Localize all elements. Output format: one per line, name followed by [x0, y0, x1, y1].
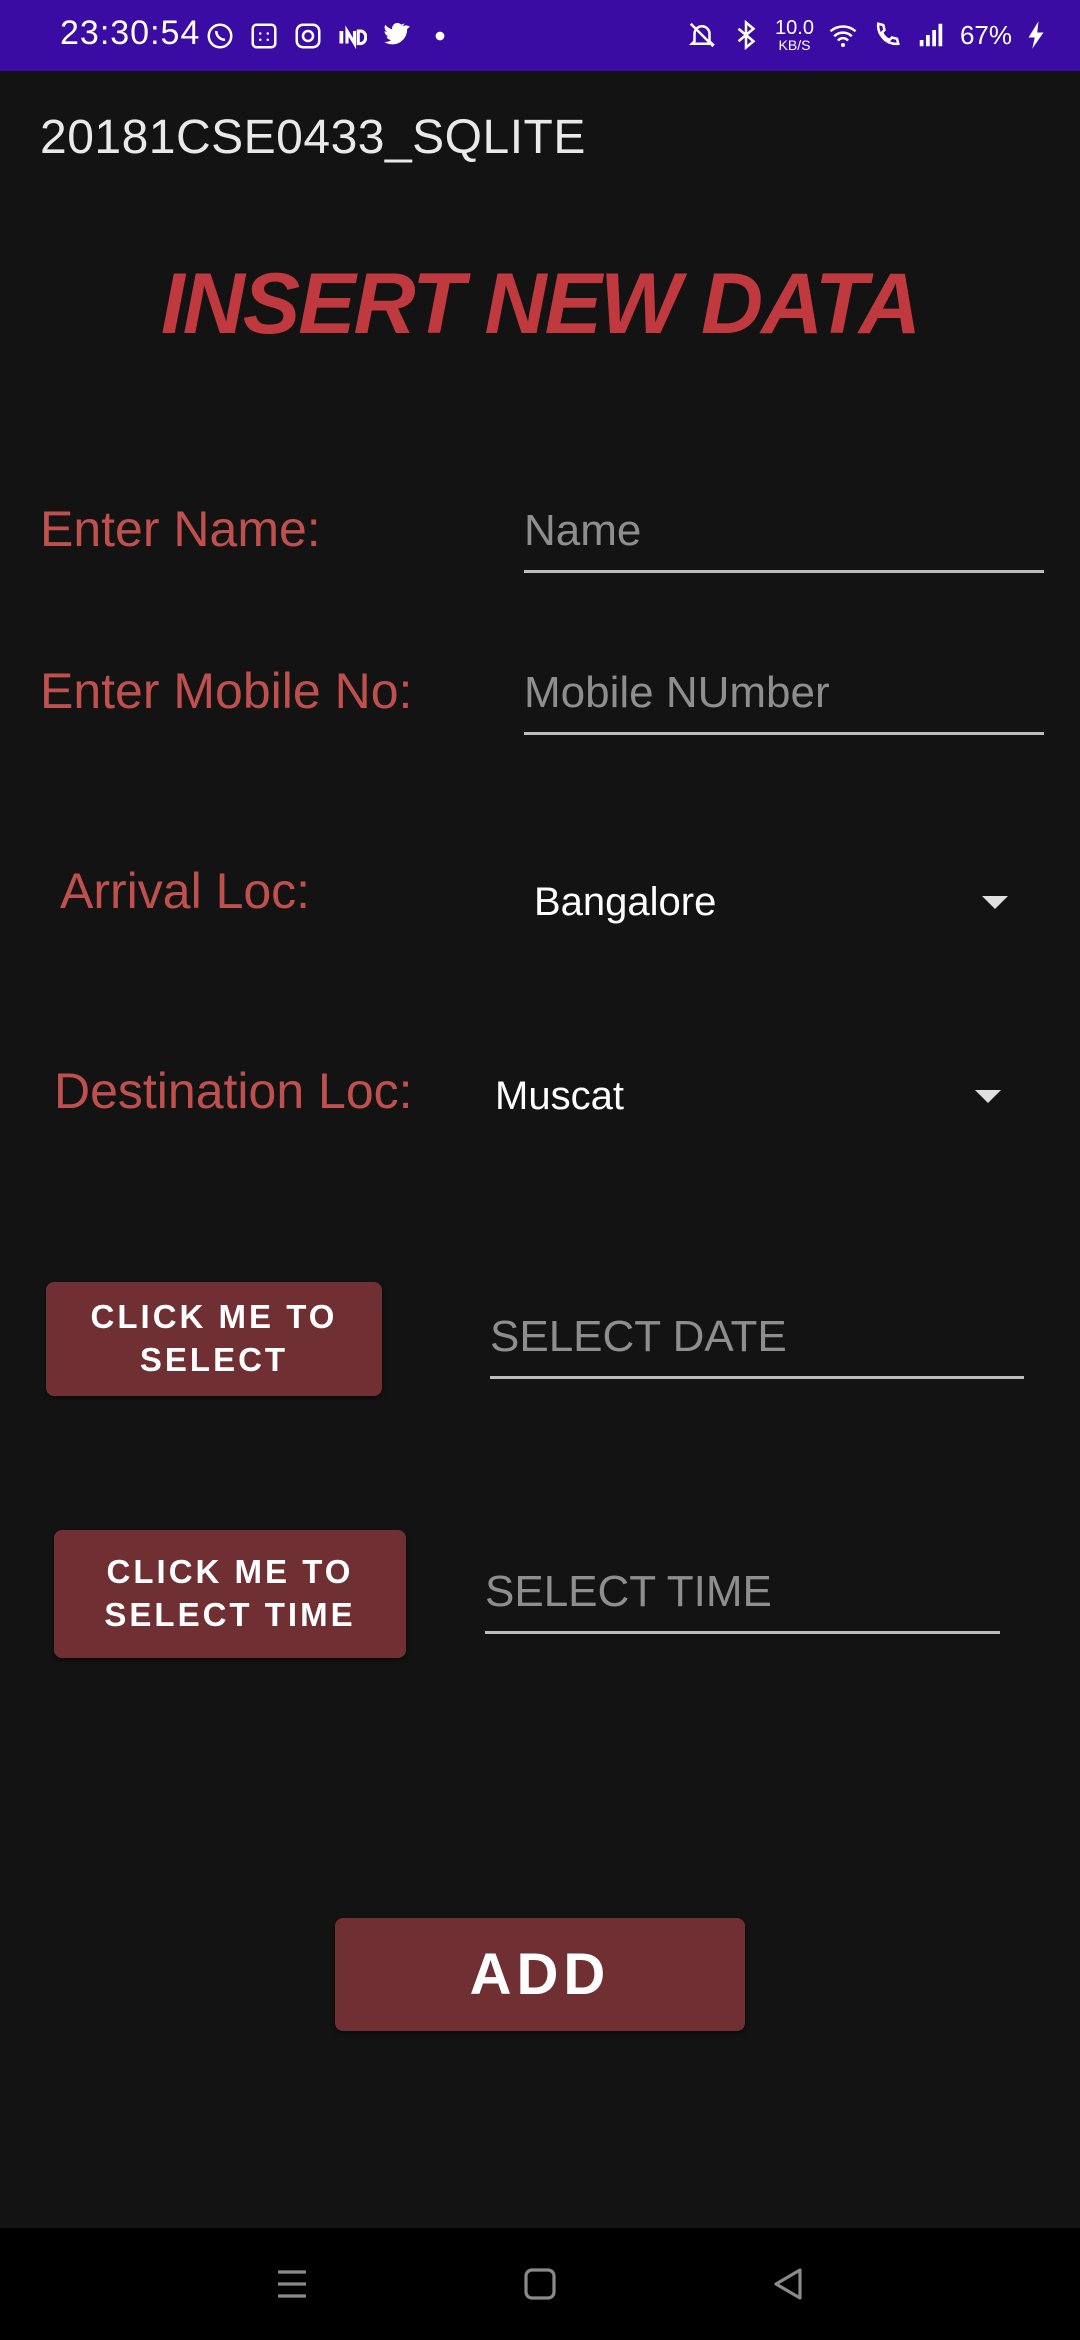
arrival-value: Bangalore — [534, 879, 717, 924]
calendar-icon — [249, 21, 279, 51]
name-label: Enter Name: — [40, 501, 321, 557]
destination-select[interactable]: Muscat — [495, 1068, 1001, 1124]
status-bar: 23:30:54 10.0 KB/S 67% — [0, 0, 1080, 71]
signal-icon — [916, 20, 946, 50]
status-time: 23:30:54 — [60, 14, 201, 52]
mobile-field — [524, 668, 1044, 735]
back-icon[interactable] — [764, 2260, 812, 2308]
net-speed-value: 10.0 — [775, 17, 814, 39]
chevron-down-icon — [975, 1089, 1001, 1103]
destination-value: Muscat — [495, 1073, 624, 1118]
time-field — [485, 1567, 1000, 1634]
mute-bell-icon — [687, 20, 717, 50]
twitter-icon — [381, 21, 411, 51]
time-input[interactable] — [485, 1567, 1000, 1631]
bluetooth-icon — [731, 19, 761, 51]
home-icon[interactable] — [516, 2260, 564, 2308]
mobile-input[interactable] — [524, 668, 1044, 732]
wifi-icon — [828, 20, 858, 50]
wifi-call-icon — [872, 20, 902, 50]
instagram-icon — [293, 21, 323, 51]
charging-bolt-icon — [1026, 20, 1046, 50]
date-field — [490, 1312, 1024, 1379]
navigation-bar — [0, 2228, 1080, 2340]
select-date-button[interactable]: CLICK ME TO SELECT — [46, 1282, 382, 1396]
dot-icon — [425, 21, 455, 51]
notification-icons — [205, 18, 455, 54]
ind-app-icon — [337, 21, 368, 51]
add-button[interactable]: ADD — [335, 1918, 745, 2031]
mobile-label: Enter Mobile No: — [40, 663, 413, 719]
name-input[interactable] — [524, 506, 1044, 570]
arrival-select[interactable]: Bangalore — [534, 874, 1008, 930]
app-title: 20181CSE0433_SQLITE — [40, 111, 586, 164]
net-speed: 10.0 KB/S — [775, 18, 814, 52]
select-time-button[interactable]: CLICK ME TO SELECT TIME — [54, 1530, 406, 1658]
net-speed-unit: KB/S — [778, 37, 811, 53]
name-field — [524, 506, 1044, 573]
battery-percent: 67% — [959, 19, 1012, 50]
destination-label: Destination Loc: — [54, 1063, 413, 1119]
chevron-down-icon — [982, 895, 1008, 909]
whatsapp-icon — [205, 21, 235, 51]
date-input[interactable] — [490, 1312, 1024, 1376]
menu-icon[interactable] — [268, 2260, 316, 2308]
page-heading: INSERT NEW DATA — [160, 256, 921, 352]
system-icons: 10.0 KB/S 67% — [687, 16, 1046, 54]
arrival-label: Arrival Loc: — [60, 863, 311, 919]
